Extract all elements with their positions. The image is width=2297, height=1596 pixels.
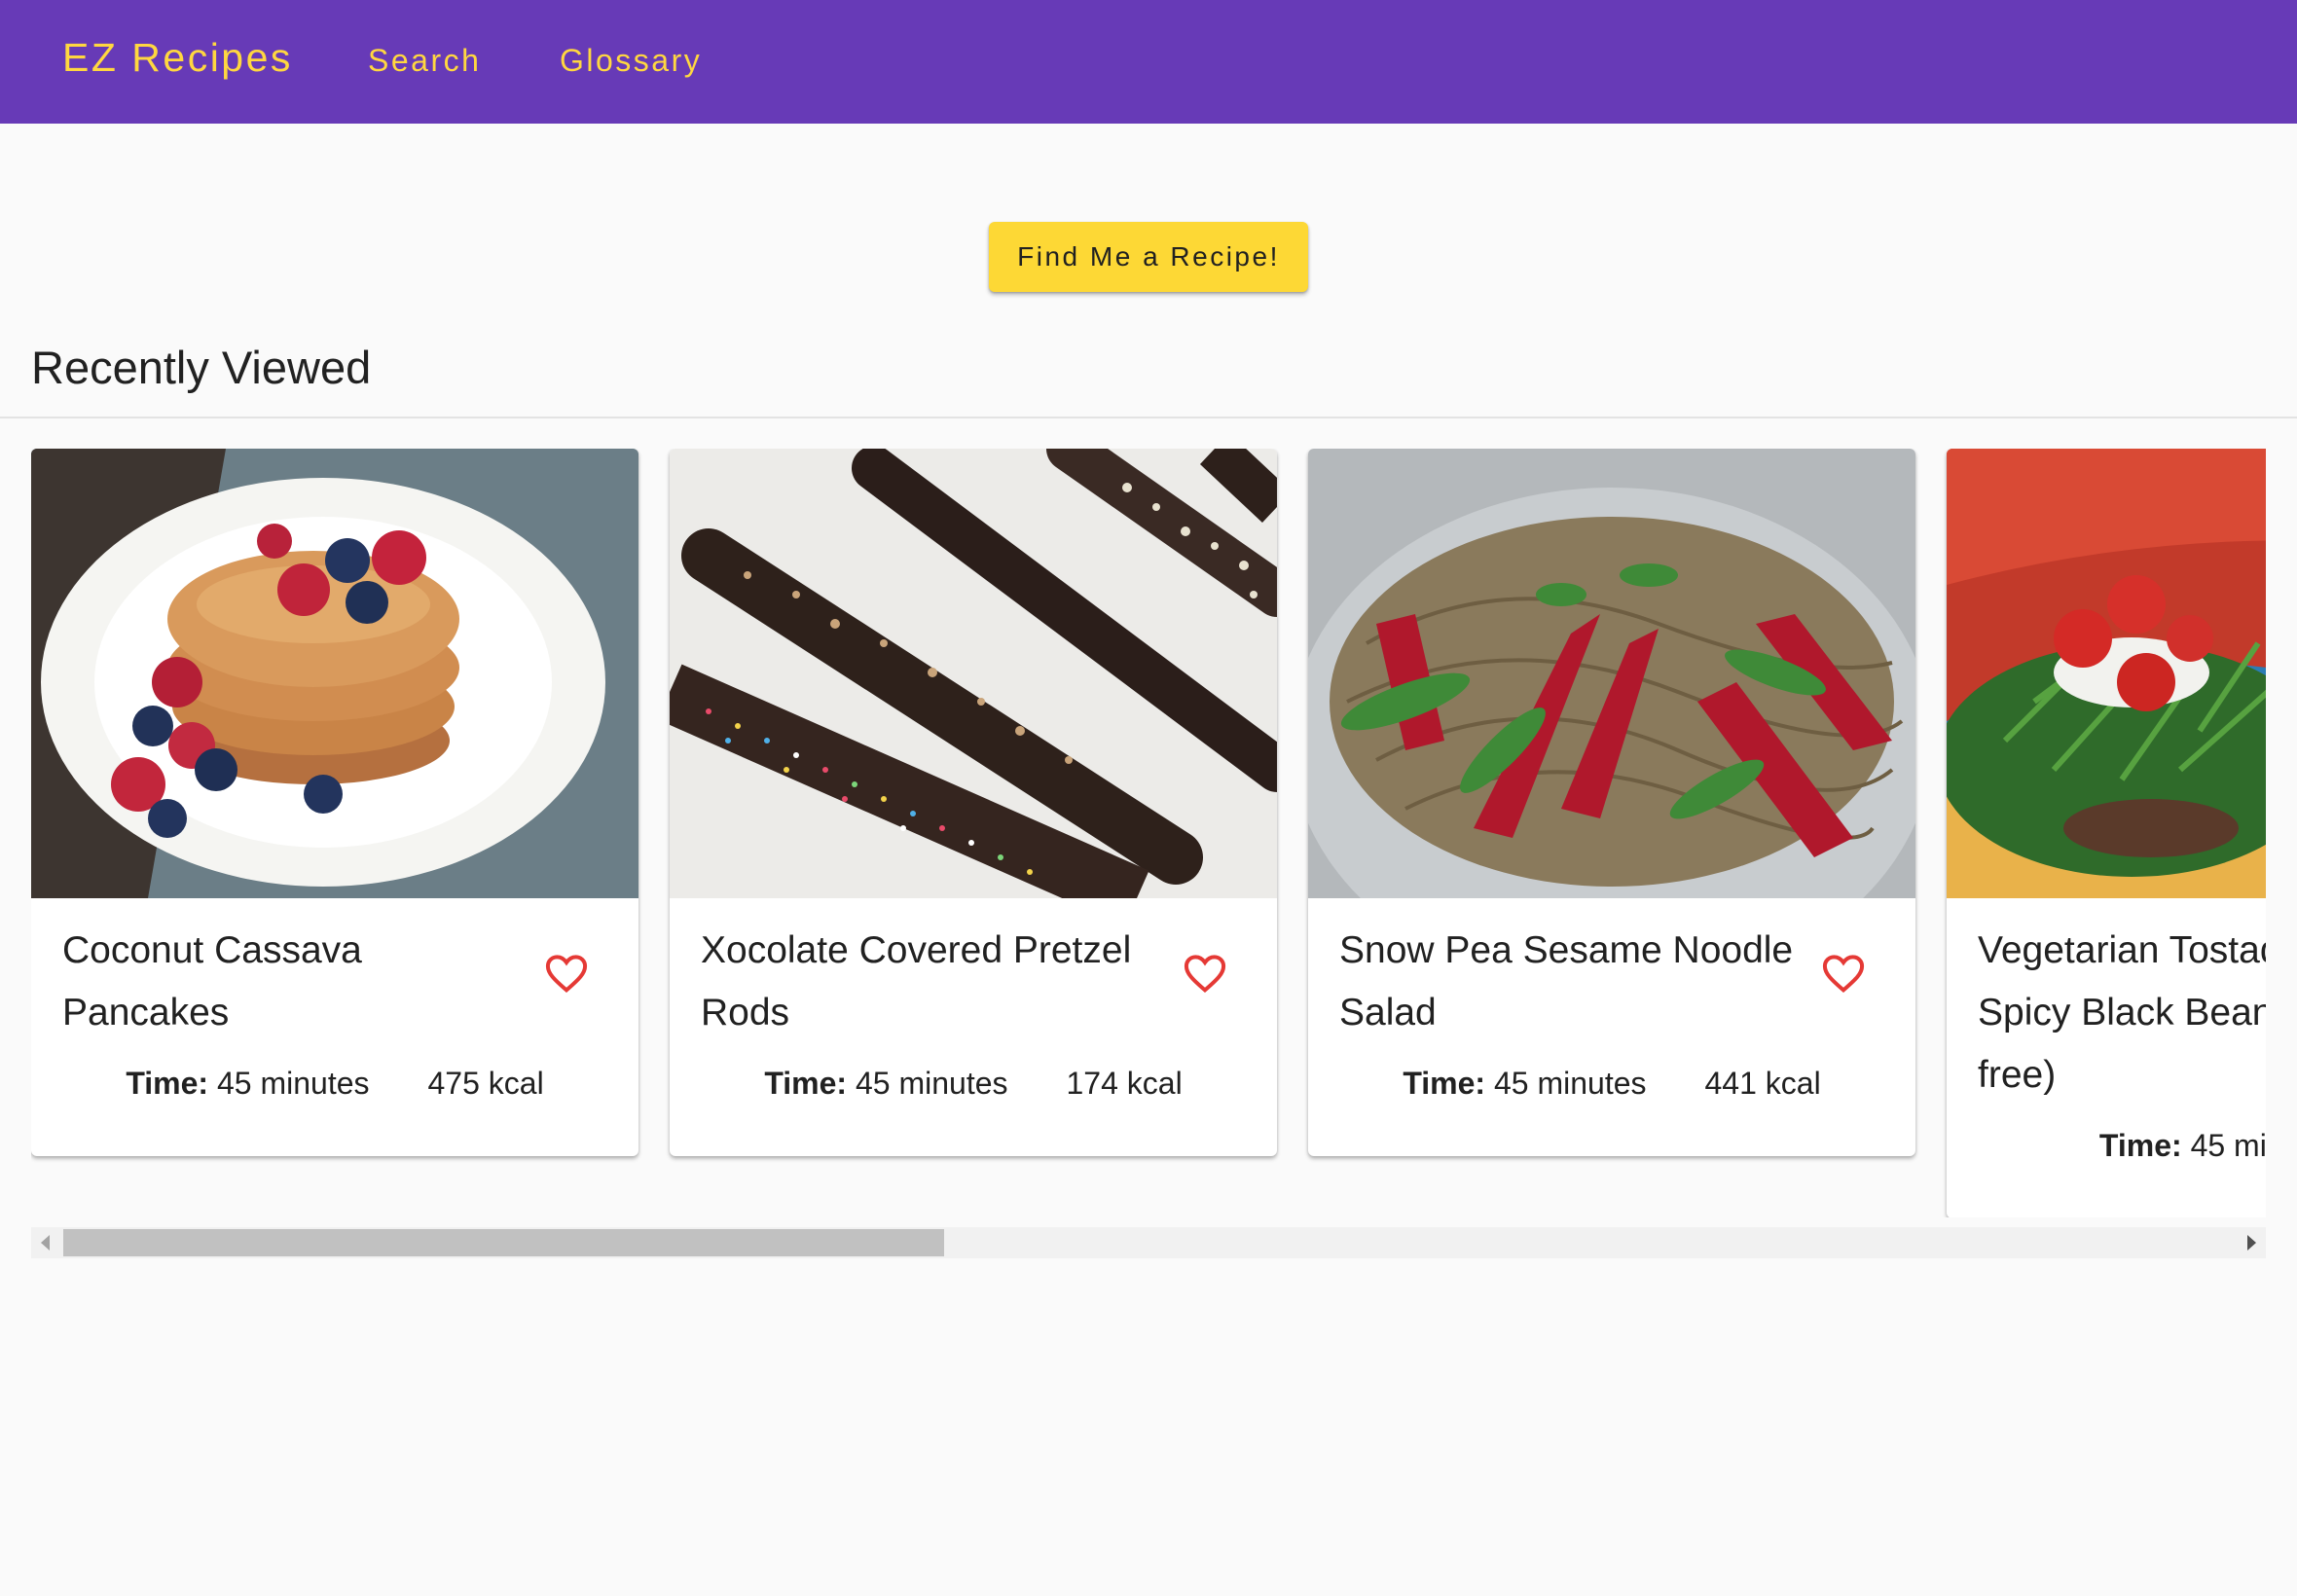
recipe-card-body: Coconut Cassava Pancakes Time: 45 minute…: [31, 898, 638, 1156]
recently-viewed-carousel[interactable]: Coconut Cassava Pancakes Time: 45 minute…: [31, 449, 2266, 1217]
recipe-image-tostadas[interactable]: [1947, 449, 2266, 898]
recipe-time: Time: 45 minutes: [1403, 1066, 1646, 1102]
recipe-image-pancakes[interactable]: [31, 449, 638, 898]
top-toolbar: EZ Recipes Search Glossary: [0, 0, 2297, 124]
recipe-card-xocolate-pretzel-rods[interactable]: Xocolate Covered Pretzel Rods Time: 45 m…: [670, 449, 1277, 1156]
recipe-card-vegetarian-tostadas[interactable]: Vegetarian Tostadas With Spicy Black Bea…: [1947, 449, 2266, 1217]
heart-outline-icon[interactable]: [545, 955, 588, 994]
time-value: 45 minutes: [216, 1066, 370, 1101]
app-brand[interactable]: EZ Recipes: [62, 35, 293, 81]
recipe-meta: Time: 45 minutes 475 kcal: [62, 1066, 607, 1102]
recipe-meta: Time: 45 minutes: [1978, 1128, 2266, 1164]
recipe-image-noodle-salad[interactable]: [1308, 449, 1915, 898]
heart-outline-icon[interactable]: [1822, 955, 1865, 994]
find-recipe-button[interactable]: Find Me a Recipe!: [989, 222, 1308, 292]
recipe-time: Time: 45 minutes: [2099, 1128, 2266, 1164]
nav-search-link[interactable]: Search: [368, 43, 481, 79]
time-value: 45 minutes: [2190, 1128, 2266, 1163]
scroll-right-arrow-icon[interactable]: [2247, 1235, 2256, 1251]
scroll-left-arrow-icon[interactable]: [41, 1235, 50, 1251]
recipe-card-snow-pea-sesame-noodle-salad[interactable]: Snow Pea Sesame Noodle Salad Time: 45 mi…: [1308, 449, 1915, 1156]
recipe-calories: 441 kcal: [1704, 1066, 1821, 1101]
recipe-time: Time: 45 minutes: [764, 1066, 1007, 1102]
recipe-title: Xocolate Covered Pretzel Rods: [701, 929, 1132, 1034]
carousel-horizontal-scrollbar[interactable]: [31, 1227, 2266, 1258]
recipe-card-body: Xocolate Covered Pretzel Rods Time: 45 m…: [670, 898, 1277, 1156]
recipe-card-body: Vegetarian Tostadas With Spicy Black Bea…: [1947, 898, 2266, 1217]
time-label: Time:: [1403, 1066, 1486, 1101]
recipe-calories: 475 kcal: [427, 1066, 544, 1101]
recipe-title: Snow Pea Sesame Noodle Salad: [1339, 929, 1794, 1034]
section-divider: [0, 417, 2297, 418]
time-label: Time:: [2098, 1128, 2182, 1163]
recipe-meta: Time: 45 minutes 174 kcal: [701, 1066, 1246, 1102]
time-label: Time:: [764, 1066, 848, 1101]
section-title-recently-viewed: Recently Viewed: [31, 342, 372, 393]
heart-outline-icon[interactable]: [1184, 955, 1226, 994]
recipe-title: Vegetarian Tostadas With Spicy Black Bea…: [1978, 929, 2266, 1096]
scrollbar-thumb[interactable]: [63, 1229, 944, 1256]
recipe-card-body: Snow Pea Sesame Noodle Salad Time: 45 mi…: [1308, 898, 1915, 1156]
time-value: 45 minutes: [855, 1066, 1008, 1101]
recipe-time: Time: 45 minutes: [126, 1066, 369, 1102]
recipe-card-coconut-cassava-pancakes[interactable]: Coconut Cassava Pancakes Time: 45 minute…: [31, 449, 638, 1156]
recipe-image-pretzel-rods[interactable]: [670, 449, 1277, 898]
recipe-title: Coconut Cassava Pancakes: [62, 929, 362, 1034]
time-label: Time:: [126, 1066, 209, 1101]
recipe-calories: 174 kcal: [1066, 1066, 1183, 1101]
recipe-meta: Time: 45 minutes 441 kcal: [1339, 1066, 1884, 1102]
time-value: 45 minutes: [1493, 1066, 1647, 1101]
nav-glossary-link[interactable]: Glossary: [560, 43, 702, 79]
